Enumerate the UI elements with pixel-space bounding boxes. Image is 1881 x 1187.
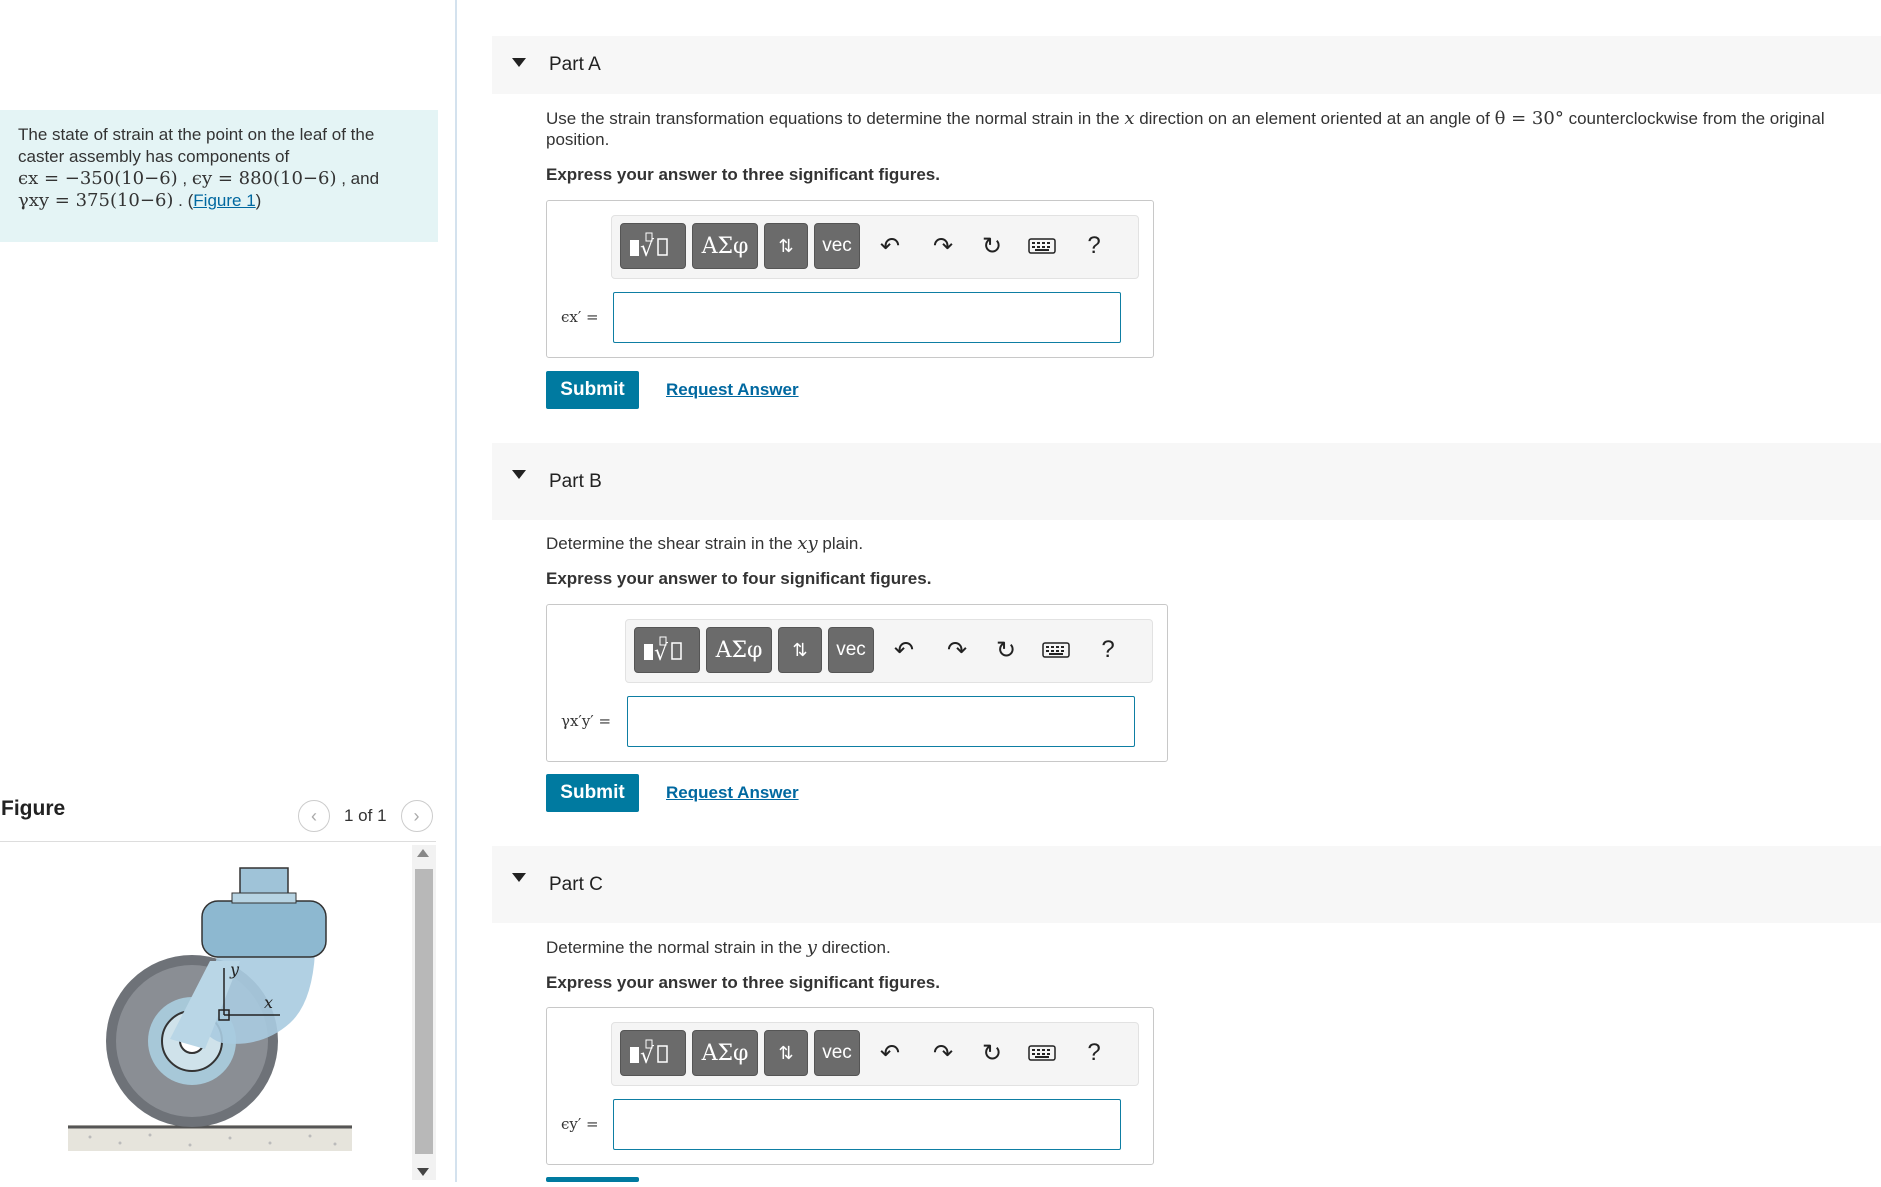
undo-icon[interactable]: ↶ [874,1037,906,1069]
fraction-root-template-icon[interactable]: √ [620,223,686,269]
reset-icon[interactable]: ↻ [990,634,1022,666]
part-b-answer-box: √ ΑΣφ ⇅ vec ↶ ↷ ↻ ? γx′y′ = [546,604,1168,762]
chevron-left-icon[interactable]: ‹ [298,800,330,832]
question-variable: xy [797,533,818,554]
caster-wheel-illustration: y x [68,867,352,1151]
answer-label: ϵx′ = [561,308,599,326]
vector-button[interactable]: vec [814,1030,860,1076]
collapse-triangle-icon[interactable] [512,873,526,882]
axis-y-label: y [229,960,240,979]
question-text: plain. [817,534,864,553]
strain-xy-value: γxy = 375(10−6) [18,190,174,211]
question-text: direction. [816,938,891,957]
arrows-icon[interactable]: ⇅ [778,627,822,673]
and-text: and [350,169,380,188]
undo-icon[interactable]: ↶ [874,230,906,262]
greek-symbols-button[interactable]: ΑΣφ [692,223,758,269]
scroll-up-icon[interactable] [417,849,429,857]
part-a-answer-input[interactable] [613,292,1121,343]
reset-icon[interactable]: ↻ [976,230,1008,262]
help-button[interactable]: ? [1078,230,1110,262]
question-text: Determine the shear strain in the [546,534,798,553]
figure-scrollbar[interactable] [412,845,436,1180]
problem-text: The state of strain at the point on the … [18,125,375,166]
part-b-title: Part B [549,470,602,492]
problem-statement: The state of strain at the point on the … [0,110,438,242]
part-a-instruction: Express your answer to three significant… [546,165,940,184]
undo-icon[interactable]: ↶ [888,634,920,666]
reset-icon[interactable]: ↻ [976,1037,1008,1069]
axis-x-label: x [264,993,273,1012]
vector-button[interactable]: vec [814,223,860,269]
question-text: Determine the normal strain in the [546,938,807,957]
keyboard-icon[interactable] [1040,634,1072,666]
divider [0,841,436,842]
figure-counter: 1 of 1 [344,806,387,825]
question-angle: θ = 30° [1494,108,1564,129]
part-b-request-answer-link[interactable]: Request Answer [666,783,799,803]
part-c-title: Part C [549,873,603,895]
collapse-triangle-icon[interactable] [512,470,526,479]
fraction-root-template-icon[interactable]: √ [620,1030,686,1076]
redo-icon[interactable]: ↷ [927,1037,959,1069]
arrows-icon[interactable]: ⇅ [764,223,808,269]
greek-symbols-button[interactable]: ΑΣφ [706,627,772,673]
math-toolbar: √ ΑΣφ ⇅ vec ↶ ↷ ↻ ? [611,215,1139,279]
math-toolbar: √ ΑΣφ ⇅ vec ↶ ↷ ↻ ? [611,1022,1139,1086]
question-text: Use the strain transformation equations … [546,109,1125,128]
part-a-submit-button[interactable]: Submit [546,371,639,409]
figure-pager: ‹ 1 of 1 › [298,800,433,832]
vector-button[interactable]: vec [828,627,874,673]
help-button[interactable]: ? [1078,1037,1110,1069]
answer-label: γx′y′ = [561,712,612,730]
part-b-instruction: Express your answer to four significant … [546,569,932,588]
collapse-triangle-icon[interactable] [512,58,526,67]
strain-x-value: ϵx = −350(10−6) [18,168,178,189]
question-variable: y [806,937,817,958]
greek-symbols-button[interactable]: ΑΣφ [692,1030,758,1076]
question-text: direction on an element oriented at an a… [1134,109,1495,128]
column-divider [455,0,457,1182]
keyboard-icon[interactable] [1026,1037,1058,1069]
part-c-question: Determine the normal strain in the y dir… [546,937,891,958]
redo-icon[interactable]: ↷ [927,230,959,262]
figure-link[interactable]: Figure 1 [193,191,255,210]
keyboard-icon[interactable] [1026,230,1058,262]
part-b-answer-input[interactable] [627,696,1135,747]
part-a-title: Part A [549,54,601,75]
part-c-answer-input[interactable] [613,1099,1121,1150]
part-a-question: Use the strain transformation equations … [546,108,1866,150]
part-c-submit-button[interactable] [546,1177,639,1182]
scroll-down-icon[interactable] [417,1168,429,1176]
part-c-answer-box: √ ΑΣφ ⇅ vec ↶ ↷ ↻ ? ϵy′ = [546,1007,1154,1165]
part-a-answer-box: √ ΑΣφ ⇅ vec ↶ ↷ ↻ ? ϵx′ = [546,200,1154,358]
answer-label: ϵy′ = [561,1115,599,1133]
part-c-header[interactable]: Part C [492,846,1881,923]
part-c-instruction: Express your answer to three significant… [546,973,940,992]
math-toolbar: √ ΑΣφ ⇅ vec ↶ ↷ ↻ ? [625,619,1153,683]
fraction-root-template-icon[interactable]: √ [634,627,700,673]
redo-icon[interactable]: ↷ [941,634,973,666]
arrows-icon[interactable]: ⇅ [764,1030,808,1076]
figure-image: y x [0,843,412,1182]
part-b-header[interactable]: Part B [492,443,1881,520]
part-b-question: Determine the shear strain in the xy pla… [546,533,863,554]
part-a-header[interactable]: Part A [492,36,1881,94]
part-a-request-answer-link[interactable]: Request Answer [666,380,799,400]
figure-title: Figure [1,797,66,820]
part-b-submit-button[interactable]: Submit [546,774,639,812]
chevron-right-icon[interactable]: › [400,800,433,832]
question-variable: x [1124,108,1135,129]
scroll-thumb[interactable] [415,869,433,1154]
help-button[interactable]: ? [1092,634,1124,666]
strain-y-value: ϵy = 880(10−6) [191,168,337,189]
problem-panel: The state of strain at the point on the … [0,0,456,1182]
